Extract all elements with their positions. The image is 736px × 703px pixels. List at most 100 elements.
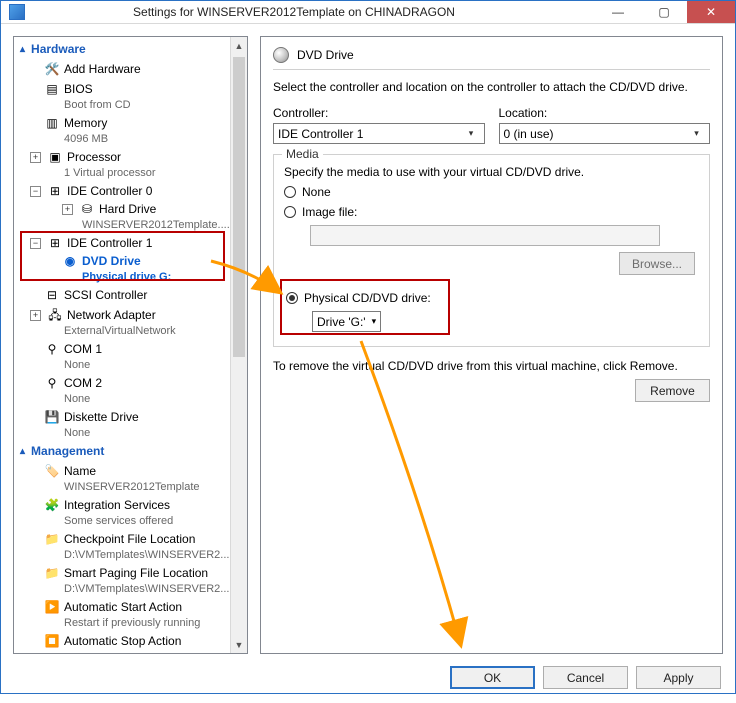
- tree-ide1[interactable]: − ⊞ IDE Controller 1: [14, 234, 247, 252]
- memory-icon: ▥: [44, 115, 60, 131]
- tree-integration-sub: Some services offered: [14, 514, 247, 528]
- start-icon: ▶️: [44, 599, 60, 615]
- hardware-section-header[interactable]: ▴ Hardware: [14, 39, 247, 59]
- services-icon: 🧩: [44, 497, 60, 513]
- expand-icon[interactable]: +: [62, 204, 73, 215]
- image-file-textbox[interactable]: [310, 225, 660, 246]
- media-intro: Specify the media to use with your virtu…: [284, 165, 699, 179]
- management-section-header[interactable]: ▴ Management: [14, 441, 247, 461]
- tree-scrollbar[interactable]: ▲ ▼: [230, 37, 247, 653]
- chevron-down-icon: ▾: [688, 125, 705, 142]
- collapse-icon[interactable]: −: [30, 186, 41, 197]
- stop-icon: ⏹️: [44, 633, 60, 649]
- tree-autostart-sub: Restart if previously running: [14, 616, 247, 630]
- tree-hard-drive-sub: WINSERVER2012Template....: [14, 218, 247, 232]
- remove-text: To remove the virtual CD/DVD drive from …: [273, 359, 710, 373]
- tree-smartpaging-sub: D:\VMTemplates\WINSERVER2...: [14, 582, 247, 596]
- folder-icon: 📁: [44, 565, 60, 581]
- controller-dropdown[interactable]: IDE Controller 1 ▾: [273, 123, 485, 144]
- tree-dvd-drive[interactable]: ◉ DVD Drive: [14, 252, 247, 270]
- scroll-down-icon[interactable]: ▼: [231, 636, 247, 653]
- expand-icon[interactable]: +: [30, 152, 41, 163]
- media-group: Media Specify the media to use with your…: [273, 154, 710, 347]
- network-icon: 🖧: [47, 307, 63, 323]
- collapse-icon[interactable]: −: [30, 238, 41, 249]
- tree-autostop[interactable]: ⏹️ Automatic Stop Action: [14, 632, 247, 650]
- expand-icon[interactable]: +: [30, 310, 41, 321]
- tree-hard-drive[interactable]: + ⛁ Hard Drive: [14, 200, 247, 218]
- dvd-icon: [273, 47, 289, 63]
- scroll-up-icon[interactable]: ▲: [231, 37, 247, 54]
- controller-icon: ⊞: [47, 235, 63, 251]
- radio-physical-drive[interactable]: Physical CD/DVD drive:: [286, 291, 697, 305]
- detail-panel: DVD Drive Select the controller and loca…: [260, 36, 723, 654]
- radio-image-file[interactable]: Image file:: [284, 205, 699, 219]
- cancel-button[interactable]: Cancel: [543, 666, 628, 689]
- add-hardware-icon: 🛠️: [44, 61, 60, 77]
- tree-memory-sub: 4096 MB: [14, 132, 247, 146]
- tree-com2-sub: None: [14, 392, 247, 406]
- com-port-icon: ⚲: [44, 341, 60, 357]
- tree-name[interactable]: 🏷️ Name: [14, 462, 247, 480]
- controller-label: Controller:: [273, 106, 485, 120]
- tree-diskette[interactable]: 💾 Diskette Drive: [14, 408, 247, 426]
- tree-checkpoint[interactable]: 📁 Checkpoint File Location: [14, 530, 247, 548]
- browse-button[interactable]: Browse...: [619, 252, 695, 275]
- tree-com2[interactable]: ⚲ COM 2: [14, 374, 247, 392]
- collapse-icon: ▴: [20, 446, 25, 457]
- controller-icon: ⊞: [47, 183, 63, 199]
- remove-button[interactable]: Remove: [635, 379, 710, 402]
- panel-heading: DVD Drive: [297, 48, 354, 62]
- tree-autostart[interactable]: ▶️ Automatic Start Action: [14, 598, 247, 616]
- navigation-tree: ▴ Hardware 🛠️ Add Hardware ▤ BIOS Boot f…: [13, 36, 248, 654]
- tree-bios[interactable]: ▤ BIOS: [14, 80, 247, 98]
- window-titlebar: Settings for WINSERVER2012Template on CH…: [1, 1, 735, 24]
- window-title: Settings for WINSERVER2012Template on CH…: [0, 5, 595, 19]
- dvd-icon: ◉: [62, 253, 78, 269]
- apply-button[interactable]: Apply: [636, 666, 721, 689]
- scsi-icon: ⊟: [44, 287, 60, 303]
- name-icon: 🏷️: [44, 463, 60, 479]
- management-label: Management: [31, 444, 104, 458]
- collapse-icon: ▴: [20, 44, 25, 55]
- hardware-label: Hardware: [31, 42, 86, 56]
- diskette-icon: 💾: [44, 409, 60, 425]
- bios-icon: ▤: [44, 81, 60, 97]
- com-port-icon: ⚲: [44, 375, 60, 391]
- tree-name-sub: WINSERVER2012Template: [14, 480, 247, 494]
- scroll-thumb[interactable]: [233, 57, 245, 357]
- tree-memory[interactable]: ▥ Memory: [14, 114, 247, 132]
- media-legend: Media: [282, 147, 323, 161]
- physical-drive-dropdown[interactable]: Drive 'G:' ▾: [312, 311, 381, 332]
- tree-dvd-drive-sub: Physical drive G:: [14, 270, 247, 284]
- cpu-icon: ▣: [47, 149, 63, 165]
- content-area: ▴ Hardware 🛠️ Add Hardware ▤ BIOS Boot f…: [1, 24, 735, 666]
- tree-com1-sub: None: [14, 358, 247, 372]
- tree-com1[interactable]: ⚲ COM 1: [14, 340, 247, 358]
- tree-network-sub: ExternalVirtualNetwork: [14, 324, 247, 338]
- folder-icon: 📁: [44, 531, 60, 547]
- tree-network[interactable]: + 🖧 Network Adapter: [14, 306, 247, 324]
- dialog-footer: OK Cancel Apply: [1, 666, 735, 703]
- tree-scsi[interactable]: ⊟ SCSI Controller: [14, 286, 247, 304]
- minimize-button[interactable]: —: [595, 1, 641, 23]
- tree-integration[interactable]: 🧩 Integration Services: [14, 496, 247, 514]
- location-dropdown[interactable]: 0 (in use) ▾: [499, 123, 711, 144]
- tree-processor-sub: 1 Virtual processor: [14, 166, 247, 180]
- maximize-button[interactable]: ▢: [641, 1, 687, 23]
- tree-processor[interactable]: + ▣ Processor: [14, 148, 247, 166]
- close-button[interactable]: ✕: [687, 1, 735, 23]
- radio-icon: [286, 292, 298, 304]
- tree-checkpoint-sub: D:\VMTemplates\WINSERVER2...: [14, 548, 247, 562]
- tree-smartpaging[interactable]: 📁 Smart Paging File Location: [14, 564, 247, 582]
- tree-bios-sub: Boot from CD: [14, 98, 247, 112]
- ok-button[interactable]: OK: [450, 666, 535, 689]
- location-label: Location:: [499, 106, 711, 120]
- tree-ide0[interactable]: − ⊞ IDE Controller 0: [14, 182, 247, 200]
- tree-add-hardware[interactable]: 🛠️ Add Hardware: [14, 60, 247, 78]
- chevron-down-icon: ▾: [463, 125, 480, 142]
- chevron-down-icon: ▾: [372, 316, 377, 327]
- hdd-icon: ⛁: [79, 201, 95, 217]
- radio-icon: [284, 206, 296, 218]
- radio-none[interactable]: None: [284, 185, 699, 199]
